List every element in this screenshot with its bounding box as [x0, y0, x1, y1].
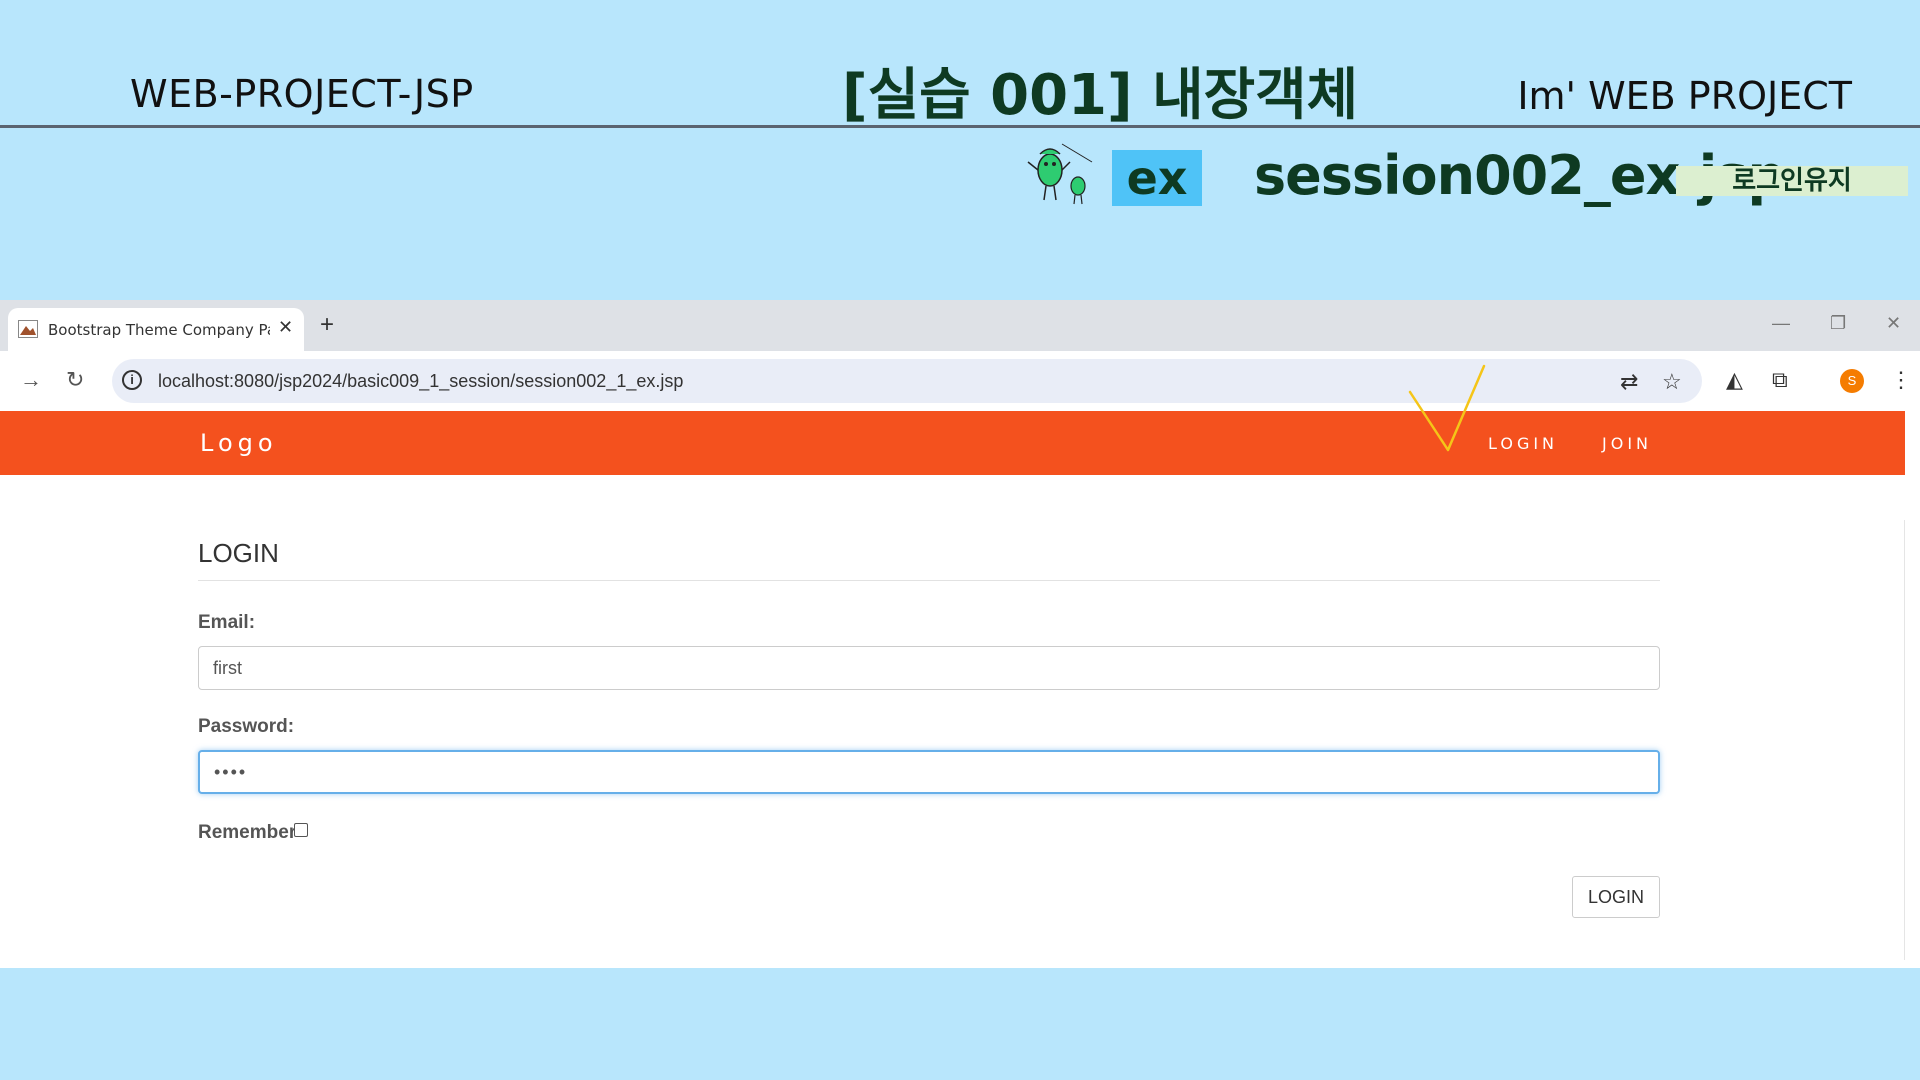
extensions-puzzle-icon[interactable]: ⧉: [1772, 367, 1788, 393]
page-title: LOGIN: [198, 538, 279, 568]
password-field[interactable]: ••••: [198, 750, 1660, 794]
annotation-check-mark: [1408, 364, 1486, 452]
nav-login-link[interactable]: LOGIN: [1488, 434, 1558, 453]
slide-right-title: Im' WEB PROJECT: [1517, 74, 1852, 118]
remember-checkbox[interactable]: [294, 823, 308, 837]
tab-strip: Bootstrap Theme Company Pa ✕ + — ❐ ✕: [0, 300, 1920, 351]
profile-avatar[interactable]: S: [1840, 369, 1864, 393]
scrollbar-track: [1904, 520, 1905, 960]
tab-close-icon[interactable]: ✕: [278, 317, 293, 338]
new-tab-icon[interactable]: +: [320, 311, 334, 339]
title-divider: [198, 580, 1660, 581]
email-field[interactable]: first: [198, 646, 1660, 690]
mascot-illustration: [1027, 143, 1093, 205]
url-text[interactable]: localhost:8080/jsp2024/basic009_1_sessio…: [158, 371, 683, 392]
slide-header: WEB-PROJECT-JSP [실습 001] 내장객체 Im' WEB PR…: [0, 0, 1920, 128]
password-label: Password:: [198, 716, 295, 737]
restore-icon[interactable]: ❐: [1830, 313, 1846, 334]
translate-icon[interactable]: ⇄: [1620, 369, 1638, 395]
login-submit-button[interactable]: LOGIN: [1572, 876, 1660, 918]
topic-tag: 로그인유지: [1676, 166, 1908, 196]
nav-join-link[interactable]: JOIN: [1602, 434, 1652, 453]
slide-center-title: [실습 001] 내장객체: [842, 63, 1359, 128]
remember-label: Remember: [198, 822, 297, 843]
browser-toolbar: → ↻ i localhost:8080/jsp2024/basic009_1_…: [0, 351, 1920, 411]
browser-window: Bootstrap Theme Company Pa ✕ + — ❐ ✕ → ↻…: [0, 300, 1920, 968]
forward-icon[interactable]: →: [20, 367, 42, 393]
site-info-icon[interactable]: i: [122, 370, 142, 390]
bookmark-star-icon[interactable]: ☆: [1662, 369, 1682, 395]
email-label: Email:: [198, 612, 256, 633]
minimize-icon[interactable]: —: [1772, 313, 1790, 334]
reload-icon[interactable]: ↻: [66, 367, 84, 393]
favicon-icon: [18, 320, 38, 338]
extension-triangle-icon[interactable]: ◭: [1726, 367, 1743, 393]
site-logo[interactable]: Logo: [200, 429, 278, 457]
site-navbar: Logo LOGIN JOIN: [0, 411, 1905, 475]
browser-tab[interactable]: Bootstrap Theme Company Pa ✕: [8, 308, 304, 351]
tab-title: Bootstrap Theme Company Pa: [48, 321, 270, 339]
slide-left-title: WEB-PROJECT-JSP: [130, 72, 474, 116]
menu-kebab-icon[interactable]: ⋮: [1890, 367, 1912, 393]
ex-badge: ex: [1112, 150, 1202, 206]
window-close-icon[interactable]: ✕: [1886, 313, 1901, 334]
